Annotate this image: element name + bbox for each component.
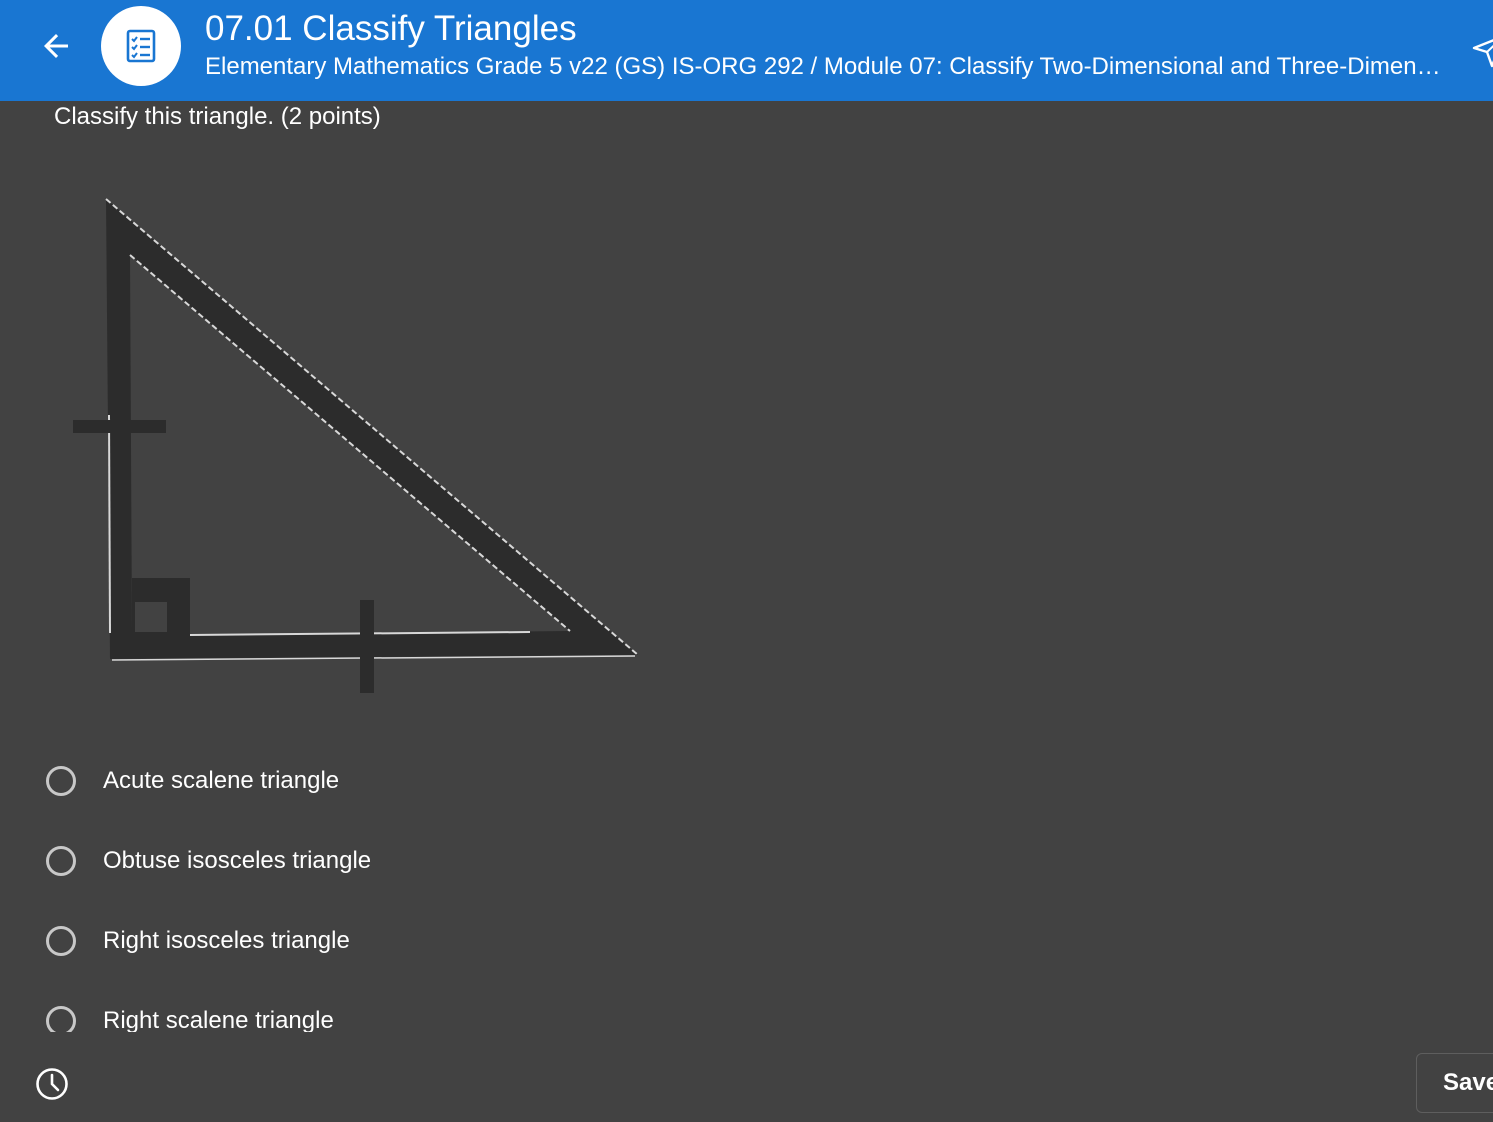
radio-button[interactable] — [46, 766, 76, 796]
radio-button[interactable] — [46, 926, 76, 956]
send-icon — [1472, 39, 1493, 68]
tick-mark-vertical-leg — [73, 420, 166, 433]
option-right-isosceles[interactable]: Right isosceles triangle — [44, 916, 350, 966]
right-angle-marker-inner — [135, 602, 167, 632]
tick-mark-horizontal-leg — [360, 600, 374, 693]
option-acute-scalene[interactable]: Acute scalene triangle — [44, 756, 339, 806]
clock-icon — [36, 1068, 68, 1100]
triangle-figure — [73, 198, 639, 693]
assessment-badge — [101, 6, 181, 86]
option-label: Right scalene triangle — [103, 1007, 334, 1032]
course-breadcrumb: Elementary Mathematics Grade 5 v22 (GS) … — [205, 53, 1445, 80]
app-header: 07.01 Classify Triangles Elementary Math… — [0, 0, 1493, 101]
answer-options: Acute scalene triangle Obtuse isosceles … — [0, 740, 900, 1032]
timer-button[interactable] — [34, 1066, 70, 1102]
save-button[interactable]: Save — [1416, 1053, 1493, 1113]
quiz-page: 07.01 Classify Triangles Elementary Math… — [0, 0, 1493, 1122]
option-right-scalene[interactable]: Right scalene triangle — [44, 996, 334, 1032]
option-obtuse-isosceles[interactable]: Obtuse isosceles triangle — [44, 836, 371, 886]
arrow-left-icon — [44, 34, 68, 58]
question-prompt: Classify this triangle. (2 points) — [54, 103, 381, 130]
radio-button[interactable] — [46, 1006, 76, 1032]
radio-button[interactable] — [46, 846, 76, 876]
send-button[interactable] — [1468, 30, 1493, 70]
page-title: 07.01 Classify Triangles — [205, 9, 577, 48]
option-label: Right isosceles triangle — [103, 927, 350, 954]
triangle-interior — [130, 255, 570, 635]
option-label: Acute scalene triangle — [103, 767, 340, 794]
option-label: Obtuse isosceles triangle — [103, 847, 372, 874]
back-button[interactable] — [34, 24, 78, 68]
triangle-left-edge — [108, 414, 111, 634]
checklist-icon — [126, 29, 156, 63]
